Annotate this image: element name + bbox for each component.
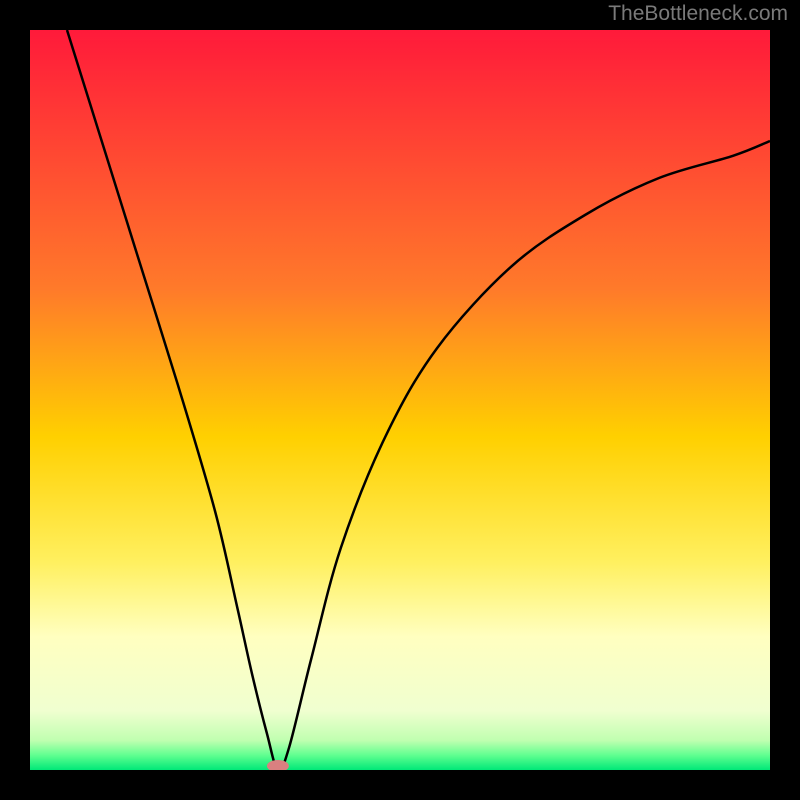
attribution-watermark: TheBottleneck.com — [608, 2, 788, 26]
bottleneck-curve — [67, 30, 770, 770]
plot-area — [30, 30, 770, 770]
curve-layer — [30, 30, 770, 770]
